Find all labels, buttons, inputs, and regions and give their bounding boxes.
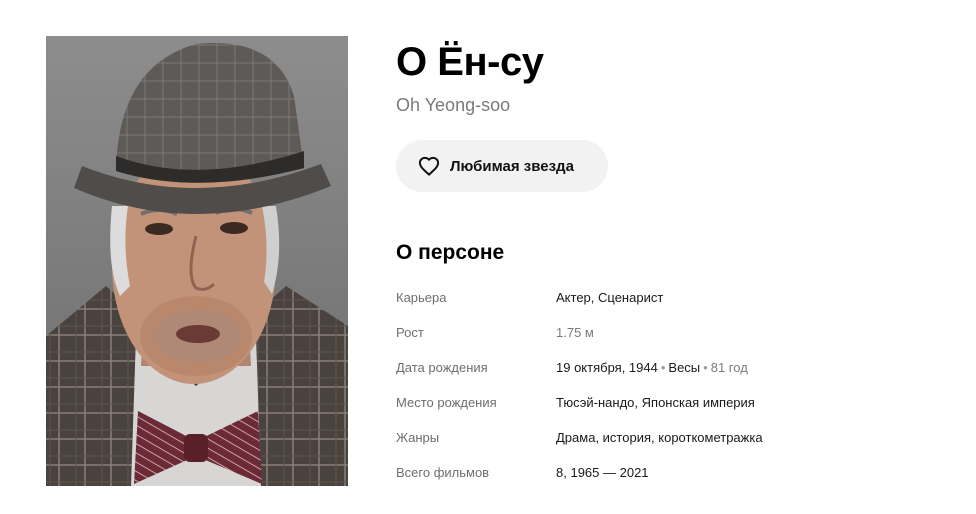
films-label: Всего фильмов [396, 465, 490, 480]
films-count-link[interactable]: 8 [556, 465, 563, 480]
separator-dot: • [660, 360, 666, 375]
birth-date-label: Дата рождения [396, 360, 488, 375]
career-value: Актер, Сценарист [556, 290, 664, 305]
birth-place-link-city[interactable]: Тюсэй-нандо [556, 395, 634, 410]
portrait-illustration [46, 36, 348, 486]
fact-row-films: Всего фильмов 8, 1965 — 2021 [396, 455, 936, 490]
genres-label: Жанры [396, 430, 440, 445]
birth-date-value: 19 октября, 1944 • Весы • 81 год [556, 360, 748, 375]
fact-row-birth-date: Дата рождения 19 октября, 1944 • Весы • 81 г… [396, 350, 936, 385]
height-value-text: 1.75 м [556, 325, 594, 340]
genre-link-drama[interactable]: Драма [556, 430, 595, 445]
birth-date-link[interactable]: 19 октября, 1944 [556, 360, 658, 375]
birth-place-link-country[interactable]: Японская империя [642, 395, 755, 410]
separator-dot: • [703, 360, 708, 375]
about-facts: Карьера Актер, Сценарист Рост 1.75 м Дат… [396, 280, 936, 490]
zodiac-link[interactable]: Весы [668, 360, 700, 375]
favorite-button-label: Любимая звезда [450, 157, 574, 175]
birth-place-label: Место рождения [396, 395, 497, 410]
career-link-actor[interactable]: Актер [556, 290, 591, 305]
fact-row-birth-place: Место рождения Тюсэй-нандо, Японская имп… [396, 385, 936, 420]
career-label: Карьера [396, 290, 447, 305]
person-name: О Ён-су [396, 40, 544, 84]
fact-row-height: Рост 1.75 м [396, 315, 936, 350]
career-link-writer[interactable]: Сценарист [598, 290, 663, 305]
genre-link-history[interactable]: история [603, 430, 651, 445]
heart-outline-icon [418, 156, 440, 176]
age-text: 81 год [710, 360, 748, 375]
about-section-title: О персоне [396, 241, 505, 264]
fact-row-career: Карьера Актер, Сценарист [396, 280, 936, 315]
genres-value: Драма, история, короткометражка [556, 430, 763, 445]
birth-place-value: Тюсэй-нандо, Японская империя [556, 395, 755, 410]
person-photo [46, 36, 348, 486]
fact-row-genres: Жанры Драма, история, короткометражка [396, 420, 936, 455]
films-value: 8, 1965 — 2021 [556, 465, 649, 480]
favorite-star-button[interactable]: Любимая звезда [396, 140, 608, 192]
films-years-text: 1965 — 2021 [570, 465, 649, 480]
person-original-name: Oh Yeong-soo [396, 95, 511, 115]
height-label: Рост [396, 325, 424, 340]
genre-link-short[interactable]: короткометражка [658, 430, 762, 445]
height-value: 1.75 м [556, 325, 594, 340]
